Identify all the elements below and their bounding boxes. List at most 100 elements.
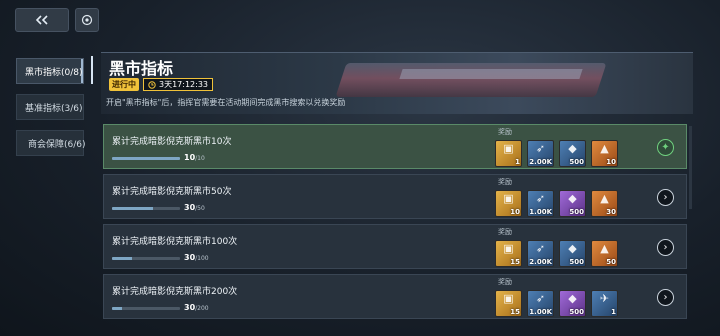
sidebar-item-label: 黑市指标(0/8): [25, 67, 83, 78]
reward-item[interactable]: ➶ 2.00K: [527, 140, 554, 167]
reward-item[interactable]: ▣ 1: [495, 140, 522, 167]
task-row: 累计完成暗影倪克斯黑市200次 30/200 奖励 ▣ 15 ➶ 1.00K ◆…: [103, 274, 687, 319]
reward-count: 2.00K: [529, 258, 552, 266]
timer-text: 3天17:12:33: [159, 80, 209, 89]
progress-current: 10: [184, 153, 196, 162]
task-title: 累计完成暗影倪克斯黑市200次: [112, 287, 238, 297]
progress-current: 30: [184, 203, 196, 212]
progress-total: /100: [195, 255, 209, 262]
reward-count: 500: [569, 158, 584, 166]
progress-current: 30: [184, 303, 196, 312]
reward-item[interactable]: ▲ 30: [591, 190, 618, 217]
reward-item[interactable]: ▲ 10: [591, 140, 618, 167]
progress-total: /10: [195, 155, 205, 162]
reward-item[interactable]: ▣ 15: [495, 240, 522, 267]
crate-icon: ▣: [503, 242, 514, 255]
reward-item[interactable]: ▣ 10: [495, 190, 522, 217]
ship-icon: ➶: [535, 292, 546, 305]
reward-count: 1.00K: [529, 208, 552, 216]
double-chevron-left-icon: [35, 15, 48, 25]
task-title: 累计完成暗影倪克斯黑市10次: [112, 137, 232, 147]
reward-item[interactable]: ➶ 1.00K: [527, 190, 554, 217]
reward-item[interactable]: ▲ 50: [591, 240, 618, 267]
reward-item[interactable]: ➶ 1.00K: [527, 290, 554, 317]
progress-total: /200: [195, 305, 209, 312]
progress-bar: [112, 307, 180, 310]
ore-icon: ▲: [600, 242, 609, 255]
reward-count: 500: [569, 208, 584, 216]
reward-item[interactable]: ◆ 500: [559, 290, 586, 317]
reward-label: 奖励: [498, 278, 512, 286]
reward-count: 1: [611, 308, 616, 316]
reward-list: ▣ 15 ➶ 2.00K ◆ 500 ▲ 50: [495, 240, 618, 267]
progress-bar: [112, 257, 180, 260]
reward-item[interactable]: ◆ 500: [559, 140, 586, 167]
reward-label: 奖励: [498, 178, 512, 186]
reward-count: 500: [569, 258, 584, 266]
reward-item[interactable]: ◆ 500: [559, 240, 586, 267]
back-button[interactable]: [15, 8, 69, 32]
reward-list: ▣ 15 ➶ 1.00K ◆ 500 ✈ 1: [495, 290, 618, 317]
progress-text: 10/10: [184, 153, 205, 162]
crystal-icon: ◆: [568, 192, 577, 205]
chevron-right-icon: ›: [663, 242, 668, 253]
crate-icon: ▣: [503, 192, 514, 205]
ore-icon: ▲: [600, 192, 609, 205]
crystal-icon: ◆: [568, 242, 577, 255]
chevron-right-icon: ›: [663, 292, 668, 303]
crate-icon: ▣: [503, 142, 514, 155]
page-title: 黑市指标: [109, 59, 174, 78]
ship-icon: ➶: [535, 242, 546, 255]
sidebar-item-benchmark[interactable]: 基准指标(3/6): [16, 94, 84, 120]
reward-count: 1.00K: [529, 308, 552, 316]
go-button[interactable]: ›: [657, 239, 674, 256]
ship-icon: ➶: [535, 192, 546, 205]
go-button[interactable]: ›: [657, 189, 674, 206]
reward-item[interactable]: ◆ 500: [559, 190, 586, 217]
target-icon: [81, 14, 93, 26]
home-button[interactable]: [75, 8, 99, 32]
task-title: 累计完成暗影倪克斯黑市50次: [112, 187, 232, 197]
reward-list: ▣ 10 ➶ 1.00K ◆ 500 ▲ 30: [495, 190, 618, 217]
reward-count: 10: [606, 158, 616, 166]
event-banner: 黑市指标 进行中 3天17:12:33 开启"黑市指标"后，指挥官需要在活动期间…: [101, 52, 693, 114]
status-badge: 进行中: [109, 78, 139, 91]
crate-icon: ▣: [503, 292, 514, 305]
chevron-right-icon: ›: [663, 192, 668, 203]
sidebar-item-blackmarket[interactable]: 黑市指标(0/8): [16, 58, 84, 84]
reward-count: 15: [510, 258, 520, 266]
claim-button[interactable]: ✦: [657, 139, 674, 156]
spaceship-art-detail: [399, 69, 583, 79]
task-row: 累计完成暗影倪克斯黑市100次 30/100 奖励 ▣ 15 ➶ 2.00K ◆…: [103, 224, 687, 269]
sidebar-item-label: 基准指标(3/6): [25, 103, 83, 114]
active-indicator: [91, 56, 93, 84]
reward-label: 奖励: [498, 228, 512, 236]
reward-item[interactable]: ▣ 15: [495, 290, 522, 317]
sidebar-item-guarantee[interactable]: 商会保障(6/6): [16, 130, 86, 156]
reward-count: 15: [510, 308, 520, 316]
progress-fill: [112, 307, 123, 310]
reward-count: 50: [606, 258, 616, 266]
drone-icon: ✈: [599, 292, 610, 305]
scrollbar[interactable]: [689, 126, 692, 209]
reward-item[interactable]: ✈ 1: [591, 290, 618, 317]
reward-list: ▣ 1 ➶ 2.00K ◆ 500 ▲ 10: [495, 140, 618, 167]
clock-icon: [148, 80, 156, 89]
progress-text: 30/50: [184, 203, 205, 212]
go-button[interactable]: ›: [657, 289, 674, 306]
ship-icon: ➶: [535, 142, 546, 155]
reward-count: 1: [515, 158, 520, 166]
reward-item[interactable]: ➶ 2.00K: [527, 240, 554, 267]
progress-bar: [112, 157, 180, 160]
reward-count: 500: [569, 308, 584, 316]
reward-count: 10: [510, 208, 520, 216]
countdown-timer: 3天17:12:33: [143, 78, 214, 91]
crystal-icon: ◆: [568, 292, 577, 305]
progress-text: 30/200: [184, 303, 209, 312]
progress-bar: [112, 207, 180, 210]
progress-current: 30: [184, 253, 196, 262]
sidebar-item-label: 商会保障(6/6): [28, 139, 86, 150]
task-row: 累计完成暗影倪克斯黑市50次 30/50 奖励 ▣ 10 ➶ 1.00K ◆ 5…: [103, 174, 687, 219]
event-description: 开启"黑市指标"后，指挥官需要在活动期间完成黑市搜索以兑换奖励: [106, 98, 346, 107]
gift-icon: ✦: [661, 142, 670, 153]
